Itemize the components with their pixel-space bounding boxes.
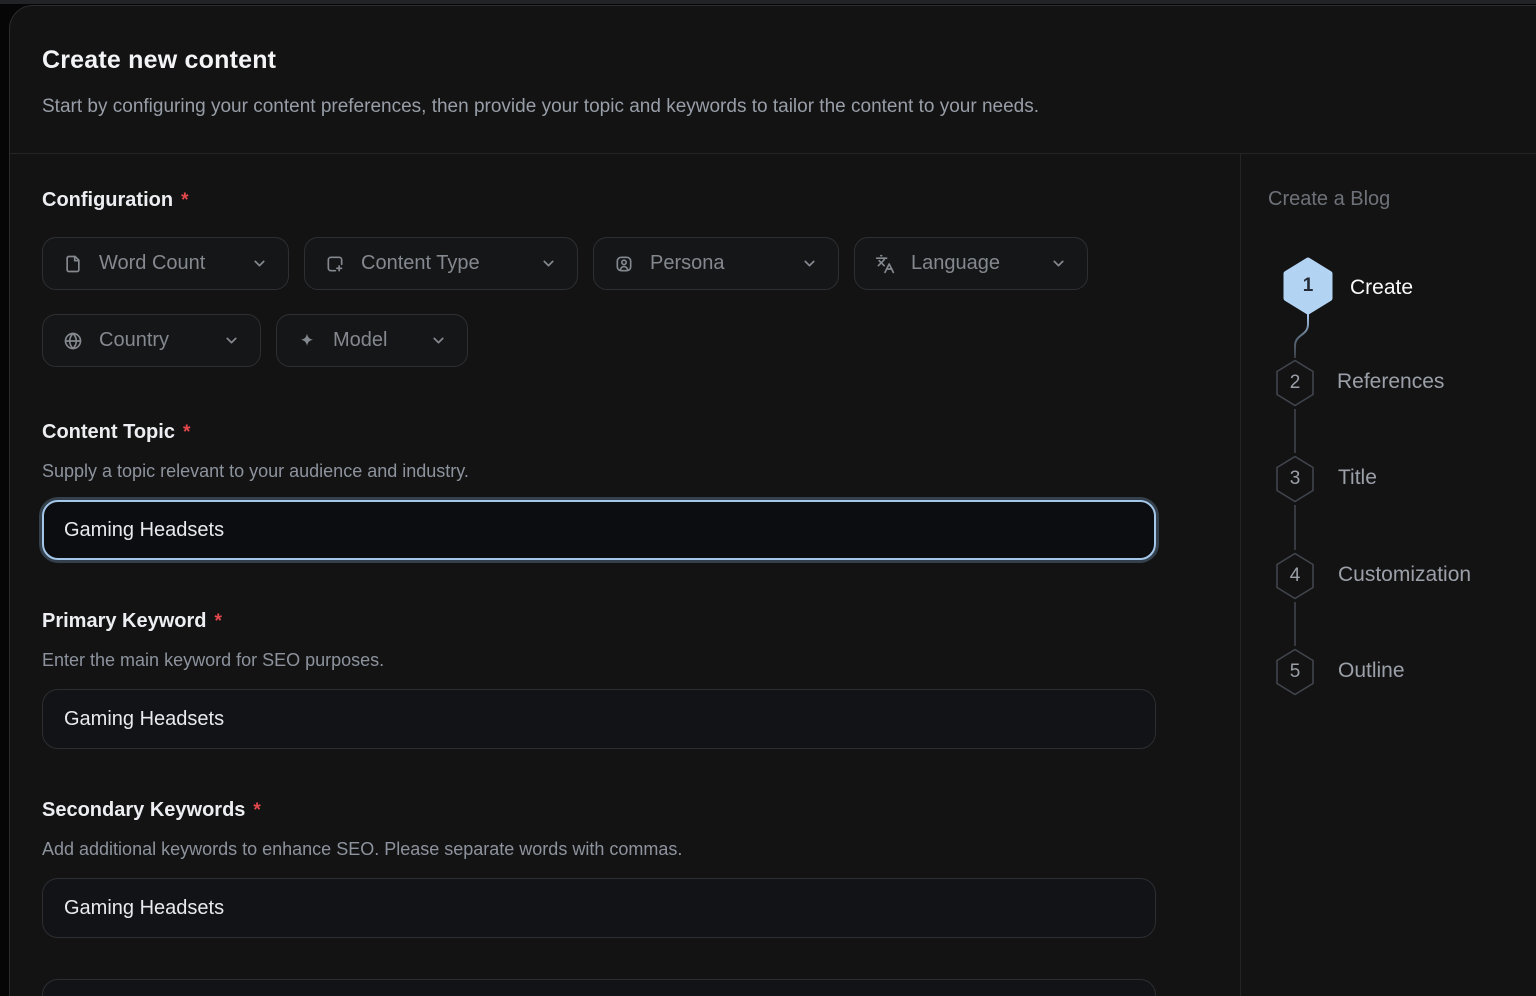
model-label: Model xyxy=(333,329,414,352)
chevron-down-icon xyxy=(223,332,240,349)
country-dropdown[interactable]: Country xyxy=(42,314,261,367)
content-topic-label-text: Content Topic xyxy=(42,421,175,443)
word-count-label: Word Count xyxy=(99,252,235,275)
step-number: 1 xyxy=(1303,275,1314,297)
persona-label: Persona xyxy=(650,252,785,275)
step-connector xyxy=(1294,409,1296,453)
step-connector-curve xyxy=(1290,313,1316,359)
required-asterisk: * xyxy=(253,800,260,821)
secondary-keywords-label-text: Secondary Keywords xyxy=(42,799,245,821)
next-field-input[interactable] xyxy=(42,979,1156,996)
square-plus-icon xyxy=(325,254,345,274)
required-asterisk: * xyxy=(181,190,188,211)
primary-keyword-label: Primary Keyword * xyxy=(42,610,222,633)
page-subtitle: Start by configuring your content prefer… xyxy=(42,96,1039,118)
step-4-label[interactable]: Customization xyxy=(1338,563,1471,587)
step-connector xyxy=(1294,602,1296,646)
model-dropdown[interactable]: Model xyxy=(276,314,468,367)
step-1-label[interactable]: Create xyxy=(1350,276,1413,300)
sparkle-icon xyxy=(297,331,317,351)
language-dropdown[interactable]: Language xyxy=(854,237,1088,290)
create-content-panel: Create new content Start by configuring … xyxy=(9,5,1536,996)
chevron-down-icon xyxy=(430,332,447,349)
header-divider xyxy=(10,153,1536,154)
step-5-hexagon[interactable]: 5 xyxy=(1273,647,1317,697)
step-3-hexagon[interactable]: 3 xyxy=(1273,454,1317,504)
primary-keyword-label-text: Primary Keyword xyxy=(42,610,207,632)
stepper-title: Create a Blog xyxy=(1268,188,1390,211)
step-2-hexagon[interactable]: 2 xyxy=(1273,358,1317,408)
chevron-down-icon xyxy=(251,255,268,272)
step-connector xyxy=(1294,505,1296,550)
configuration-label-text: Configuration xyxy=(42,189,173,211)
chevron-down-icon xyxy=(1050,255,1067,272)
create-content-page: Create new content Start by configuring … xyxy=(0,0,1536,996)
globe-icon xyxy=(63,331,83,351)
step-number: 2 xyxy=(1290,372,1301,394)
content-topic-input[interactable] xyxy=(42,500,1156,560)
word-count-dropdown[interactable]: Word Count xyxy=(42,237,289,290)
content-topic-label: Content Topic * xyxy=(42,421,190,444)
step-number: 4 xyxy=(1290,565,1301,587)
step-4-hexagon[interactable]: 4 xyxy=(1273,551,1317,601)
user-card-icon xyxy=(614,254,634,274)
secondary-keywords-label: Secondary Keywords * xyxy=(42,799,261,822)
sidebar-divider xyxy=(1240,154,1241,996)
language-label: Language xyxy=(911,252,1034,275)
primary-keyword-help: Enter the main keyword for SEO purposes. xyxy=(42,650,384,671)
country-label: Country xyxy=(99,329,207,352)
required-asterisk: * xyxy=(183,422,190,443)
content-type-label: Content Type xyxy=(361,252,524,275)
background-edge xyxy=(0,0,1536,4)
configuration-label: Configuration * xyxy=(42,189,189,212)
page-title: Create new content xyxy=(42,46,276,75)
chevron-down-icon xyxy=(540,255,557,272)
content-type-dropdown[interactable]: Content Type xyxy=(304,237,578,290)
primary-keyword-input[interactable] xyxy=(42,689,1156,749)
translate-icon xyxy=(875,254,895,274)
step-number: 5 xyxy=(1290,661,1301,683)
step-1-hexagon[interactable]: 1 xyxy=(1282,257,1334,315)
step-3-label[interactable]: Title xyxy=(1338,466,1377,490)
step-5-label[interactable]: Outline xyxy=(1338,659,1405,683)
chevron-down-icon xyxy=(801,255,818,272)
content-topic-help: Supply a topic relevant to your audience… xyxy=(42,461,469,482)
file-icon xyxy=(63,254,83,274)
step-number: 3 xyxy=(1290,468,1301,490)
secondary-keywords-input[interactable] xyxy=(42,878,1156,938)
step-2-label[interactable]: References xyxy=(1337,370,1444,394)
required-asterisk: * xyxy=(215,611,222,632)
secondary-keywords-help: Add additional keywords to enhance SEO. … xyxy=(42,839,682,860)
persona-dropdown[interactable]: Persona xyxy=(593,237,839,290)
